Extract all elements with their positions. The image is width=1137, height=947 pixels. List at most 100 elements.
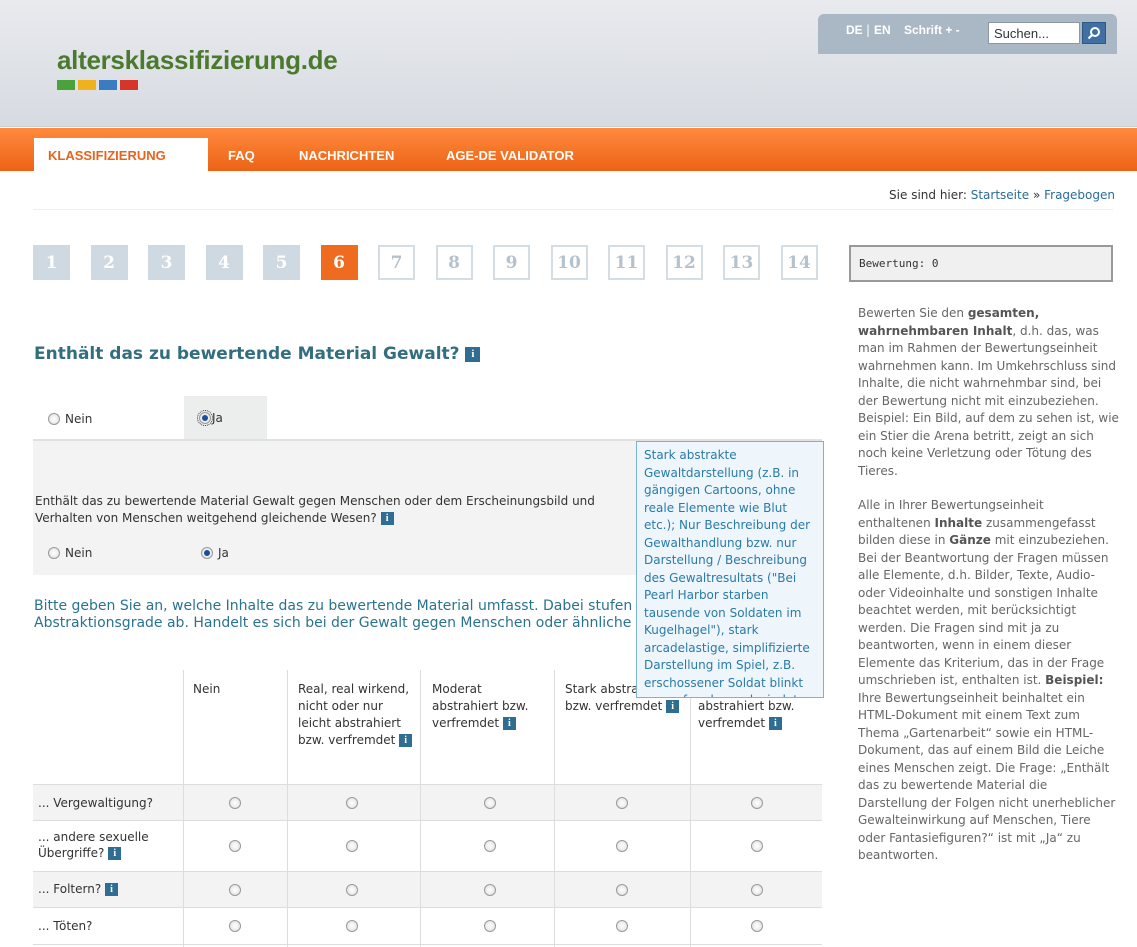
- page-button-11[interactable]: 11: [608, 245, 645, 280]
- option-label: Ja: [218, 546, 229, 560]
- nav-item-klassifizierung[interactable]: KLASSIFIZIERUNG: [48, 148, 166, 163]
- info-icon[interactable]: i: [108, 847, 122, 860]
- sub-answer-nein-option[interactable]: Nein: [48, 546, 92, 560]
- row-label-text: ... Töten?: [38, 919, 93, 933]
- search-icon: [1087, 27, 1100, 40]
- table-radio-r1-c3[interactable]: [484, 797, 496, 809]
- page-button-9[interactable]: 9: [493, 245, 530, 280]
- breadcrumb-prefix: Sie sind hier:: [889, 188, 967, 202]
- row-label-text: ... andere sexuelle Übergriffe?: [38, 830, 149, 860]
- table-radio-r3-c4[interactable]: [616, 884, 628, 896]
- info-icon[interactable]: i: [768, 717, 782, 730]
- table-radio-r3-c5[interactable]: [751, 884, 763, 896]
- table-divider: [33, 907, 822, 908]
- nav-item-nachrichten[interactable]: NACHRICHTEN: [299, 148, 394, 163]
- breadcrumb-home-link[interactable]: Startseite: [971, 188, 1029, 202]
- answer-nein-option[interactable]: Nein: [48, 412, 92, 426]
- page-button-10[interactable]: 10: [550, 245, 588, 280]
- table-radio-r4-c1[interactable]: [229, 920, 241, 932]
- radio-nein[interactable]: [48, 413, 60, 425]
- table-radio-r3-c2[interactable]: [346, 884, 358, 896]
- divider: [33, 209, 1113, 210]
- breadcrumb: Sie sind hier: Startseite » Fragebogen: [889, 188, 1115, 202]
- page-button-13[interactable]: 13: [723, 245, 760, 280]
- table-radio-r4-c4[interactable]: [616, 920, 628, 932]
- column-header-moderat: Moderat abstrahiert bzw. verfremdet i: [432, 681, 547, 732]
- table-radio-r2-c1[interactable]: [229, 840, 241, 852]
- table-radio-r4-c5[interactable]: [751, 920, 763, 932]
- breadcrumb-separator: »: [1032, 188, 1041, 202]
- table-column-line: [420, 670, 421, 947]
- table-radio-r2-c5[interactable]: [751, 840, 763, 852]
- table-radio-r2-c4[interactable]: [616, 840, 628, 852]
- info-icon[interactable]: i: [666, 700, 680, 713]
- page-button-4[interactable]: 4: [205, 245, 243, 280]
- answer-ja-option[interactable]: Ja: [197, 410, 223, 426]
- sidebar-help-text: Bewerten Sie den gesamten, wahrnehmbaren…: [858, 305, 1120, 945]
- sidebar-emphasis: Inhalte: [934, 515, 983, 530]
- info-icon[interactable]: i: [380, 512, 394, 525]
- option-label: Nein: [65, 412, 93, 426]
- table-column-line: [287, 670, 288, 947]
- page-button-6[interactable]: 6: [320, 245, 358, 280]
- table-column-line: [690, 670, 691, 947]
- table-row-label-foltern: ... Foltern? i: [38, 881, 119, 897]
- info-icon[interactable]: i: [465, 346, 481, 362]
- language-de-link[interactable]: DE: [846, 23, 863, 37]
- page-button-2[interactable]: 2: [90, 245, 128, 280]
- table-divider: [33, 871, 822, 872]
- info-icon[interactable]: i: [105, 883, 119, 896]
- page-button-7[interactable]: 7: [378, 245, 415, 280]
- table-radio-r1-c2[interactable]: [346, 797, 358, 809]
- language-en-link[interactable]: EN: [874, 23, 891, 37]
- column-header-label: Nein: [193, 682, 221, 696]
- logo-square-green: [57, 80, 75, 90]
- table-row-label-vergewaltigung: ... Vergewaltigung?: [38, 795, 153, 811]
- subquestion-label: Enthält das zu bewertende Material Gewal…: [35, 494, 595, 525]
- info-icon[interactable]: i: [399, 734, 413, 747]
- sidebar-emphasis: Beispiel:: [1045, 673, 1104, 687]
- table-row-bg: [33, 872, 822, 907]
- page-button-3[interactable]: 3: [148, 245, 185, 280]
- radio-ja[interactable]: [197, 410, 213, 426]
- selected-option-tab: [184, 396, 267, 439]
- table-divider: [33, 784, 822, 785]
- table-radio-r2-c3[interactable]: [484, 840, 496, 852]
- font-size-control[interactable]: Schrift + -: [904, 23, 960, 37]
- breadcrumb-current-link[interactable]: Fragebogen: [1044, 188, 1115, 202]
- info-icon[interactable]: i: [502, 717, 516, 730]
- sub-answer-ja-option[interactable]: Ja: [201, 546, 229, 560]
- question-title: Enthält das zu bewertende Material Gewal…: [34, 344, 481, 364]
- subquestion-text: Enthält das zu bewertende Material Gewal…: [35, 493, 655, 527]
- page-button-8[interactable]: 8: [435, 245, 473, 280]
- page-button-12[interactable]: 12: [665, 245, 703, 280]
- option-label: Nein: [65, 546, 93, 560]
- search-button[interactable]: [1082, 22, 1106, 44]
- search-input[interactable]: [988, 22, 1080, 44]
- column-header-label: Real, real wirkend, nicht oder nur leich…: [298, 682, 410, 747]
- table-row-label-sexuelle-uebergriffe: ... andere sexuelle Übergriffe? i: [38, 829, 178, 861]
- table-divider: [33, 820, 822, 821]
- table-column-line: [183, 670, 184, 947]
- table-radio-r1-c1[interactable]: [229, 797, 241, 809]
- page-button-5[interactable]: 5: [263, 245, 300, 280]
- nav-item-age-de-validator[interactable]: AGE-DE VALIDATOR: [446, 148, 574, 163]
- table-radio-r2-c2[interactable]: [346, 840, 358, 852]
- radio-nein[interactable]: [48, 547, 60, 559]
- sidebar-emphasis: Gänze: [949, 533, 991, 547]
- page-button-1[interactable]: 1: [33, 245, 70, 280]
- nav-item-faq[interactable]: FAQ: [228, 148, 255, 163]
- option-label: Ja: [212, 411, 223, 425]
- table-radio-r4-c2[interactable]: [346, 920, 358, 932]
- table-radio-r1-c4[interactable]: [616, 797, 628, 809]
- table-radio-r4-c3[interactable]: [484, 920, 496, 932]
- page-button-14[interactable]: 14: [780, 245, 818, 280]
- table-radio-r3-c3[interactable]: [484, 884, 496, 896]
- table-radio-r3-c1[interactable]: [229, 884, 241, 896]
- column-header-nein: Nein: [193, 681, 283, 698]
- table-radio-r1-c5[interactable]: [751, 797, 763, 809]
- info-tooltip: Stark abstrakte Gewaltdarstellung (z.B. …: [636, 441, 824, 698]
- logo-square-blue: [99, 80, 117, 90]
- radio-ja[interactable]: [201, 547, 213, 559]
- site-logo[interactable]: altersklassifizierung.de: [57, 45, 338, 76]
